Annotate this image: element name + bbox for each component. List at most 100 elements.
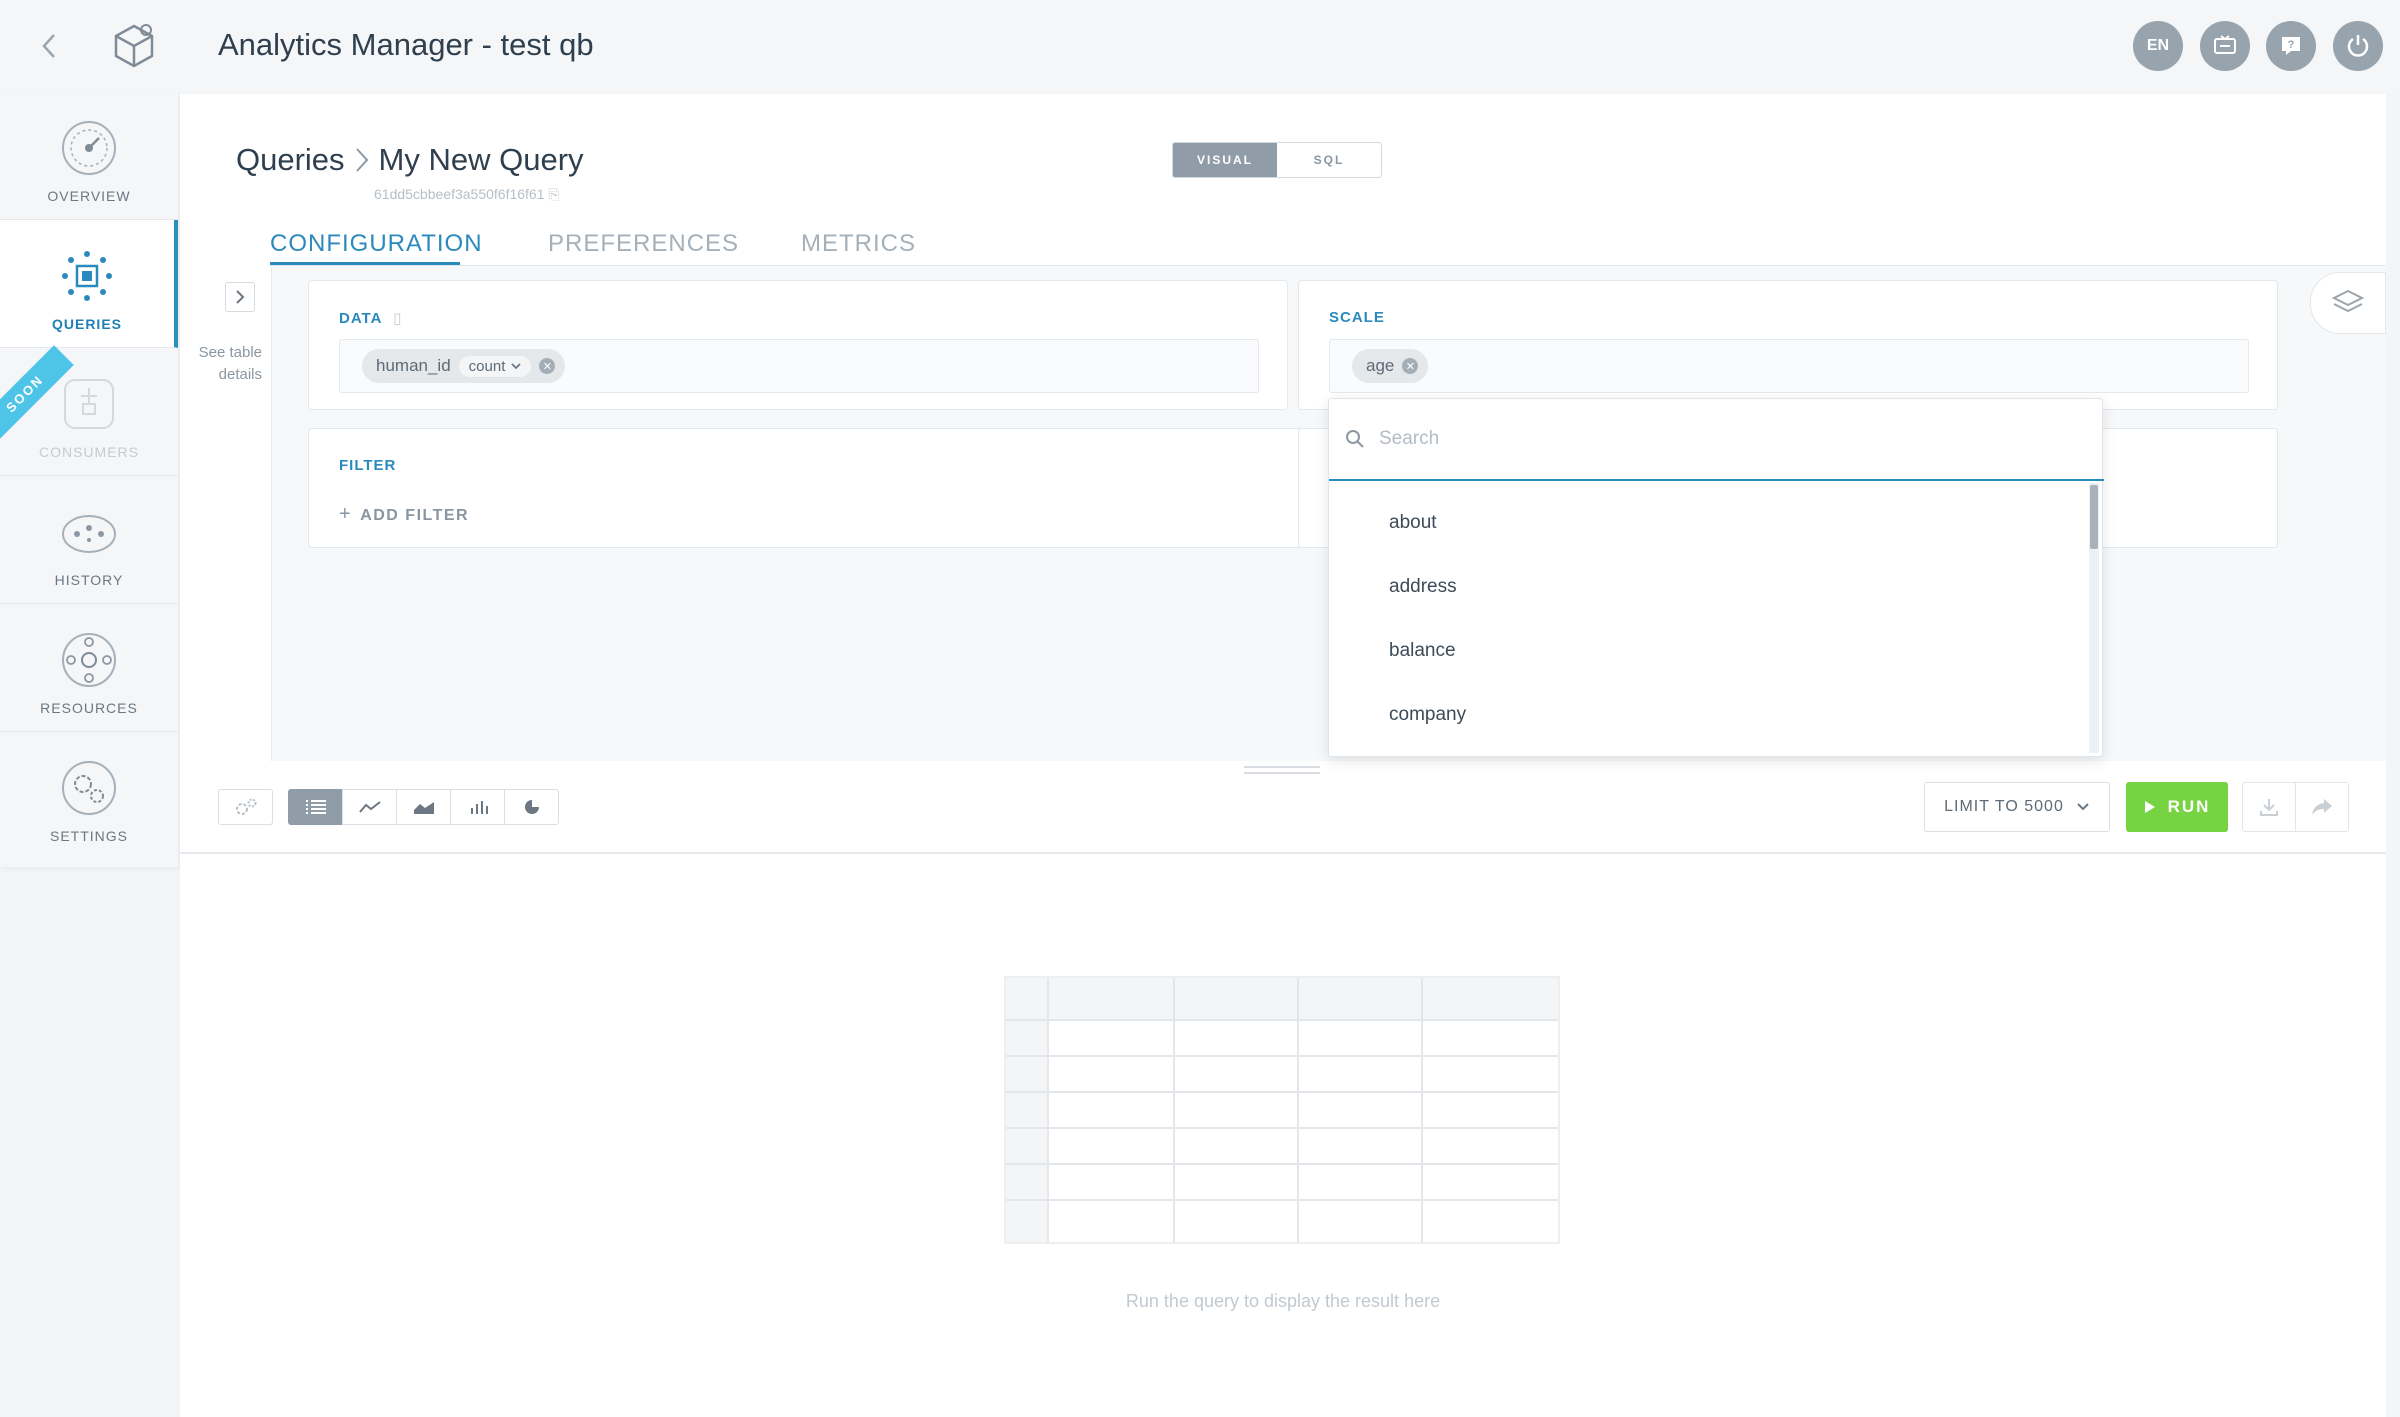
sidebar-item-resources[interactable]: RESOURCES <box>0 604 178 732</box>
app-header: Analytics Manager - test qb EN ? <box>0 0 2400 92</box>
settings-icon <box>62 761 116 815</box>
sidebar-item-label: RESOURCES <box>40 700 138 716</box>
mode-toggle: VISUAL SQL <box>1172 142 1382 178</box>
run-button[interactable]: RUN <box>2126 782 2228 832</box>
breadcrumb: Queries My New Query <box>236 140 584 180</box>
dropdown-option[interactable]: about <box>1329 491 2089 555</box>
logout-button[interactable] <box>2333 21 2383 71</box>
svg-text:?: ? <box>2288 39 2295 51</box>
pie-chart-button[interactable] <box>504 789 559 825</box>
search-input[interactable] <box>1379 428 2059 450</box>
resources-icon <box>62 633 116 687</box>
share-button[interactable] <box>2295 782 2349 832</box>
remove-chip-icon[interactable]: ✕ <box>539 358 556 374</box>
result-hint: Run the query to display the result here <box>1125 1291 1441 1311</box>
expand-details-button[interactable] <box>225 282 255 312</box>
help-icon: ? <box>2282 37 2300 55</box>
back-button[interactable] <box>34 26 64 66</box>
area-chart-icon <box>413 802 434 814</box>
play-icon <box>2144 801 2155 813</box>
table-placeholder-icon <box>1006 978 1558 1242</box>
line-chart-button[interactable] <box>342 789 397 825</box>
resize-handle[interactable] <box>1244 766 1320 774</box>
dropdown-search <box>1329 399 2104 481</box>
history-icon <box>62 515 116 553</box>
sidebar-item-overview[interactable]: OVERVIEW <box>0 92 178 220</box>
line-chart-icon <box>358 801 381 813</box>
screen-button[interactable] <box>2200 21 2250 71</box>
dropdown-option[interactable]: balance <box>1329 619 2089 683</box>
data-chip[interactable]: human_id count ✕ <box>362 349 566 383</box>
bar-chart-icon <box>470 801 488 814</box>
scale-panel: SCALE age ✕ <box>1298 280 2278 410</box>
dropdown-option[interactable]: company <box>1329 683 2089 747</box>
help-button[interactable]: ? <box>2266 21 2316 71</box>
sidebar-item-label: OVERVIEW <box>47 188 131 204</box>
chevron-down-icon <box>511 363 522 370</box>
sql-mode-button[interactable]: SQL <box>1277 143 1381 177</box>
layers-button[interactable] <box>2310 272 2386 334</box>
plus-icon: + <box>339 503 353 525</box>
tab-preferences[interactable]: PREFERENCES <box>548 230 739 258</box>
pie-chart-icon <box>524 800 539 814</box>
sidebar-item-label: QUERIES <box>51 316 122 332</box>
see-table-details-label[interactable]: See table details <box>184 342 262 386</box>
sidebar-item-queries[interactable]: QUERIES <box>0 220 178 348</box>
add-filter-button[interactable]: + ADD FILTER <box>339 503 469 526</box>
toolbar-divider <box>180 852 2386 854</box>
scale-chip-field: age <box>1366 356 1395 375</box>
table-view-icon <box>305 800 326 814</box>
sidebar-item-label: HISTORY <box>54 572 124 588</box>
chevron-left-icon <box>42 34 55 58</box>
add-filter-label: ADD FILTER <box>360 507 470 524</box>
scale-field[interactable]: age ✕ <box>1329 339 2249 393</box>
sidebar-item-label: CONSUMERS <box>38 444 139 460</box>
area-chart-button[interactable] <box>396 789 451 825</box>
data-label-text: DATA <box>339 310 382 327</box>
tab-configuration[interactable]: CONFIGURATION <box>270 230 483 258</box>
breadcrumb-parent[interactable]: Queries <box>236 140 345 180</box>
aggregation-select[interactable]: count <box>458 355 532 377</box>
chevron-down-icon <box>2077 803 2089 811</box>
language-button[interactable]: EN <box>2133 21 2183 71</box>
aggregation-value: count <box>468 357 506 375</box>
share-icon <box>2312 799 2332 815</box>
sidebar-item-settings[interactable]: SETTINGS <box>0 732 178 860</box>
limit-select[interactable]: LIMIT TO 5000 <box>1924 782 2110 832</box>
main-panel: Queries My New Query 61dd5cbbeef3a550f6f… <box>180 94 2386 1417</box>
tab-metrics[interactable]: METRICS <box>801 230 916 258</box>
table-view-button[interactable] <box>288 789 343 825</box>
overview-icon <box>62 121 116 175</box>
power-icon <box>2347 35 2369 57</box>
scale-chip[interactable]: age ✕ <box>1352 349 1429 383</box>
chevron-right-icon <box>355 148 368 172</box>
download-button[interactable] <box>2242 782 2296 832</box>
visual-mode-button[interactable]: VISUAL <box>1173 143 1277 177</box>
field-dropdown: about address balance company <box>1328 398 2104 757</box>
dropdown-scroll-thumb[interactable] <box>2090 485 2098 549</box>
consumers-icon <box>64 379 114 429</box>
copy-icon[interactable]: ⎘ <box>548 186 559 202</box>
data-label: DATA ▯ <box>339 309 402 327</box>
queries-icon <box>62 251 112 301</box>
bar-chart-button[interactable] <box>450 789 505 825</box>
app-title: Analytics Manager - test qb <box>218 27 594 62</box>
filter-panel: FILTER + ADD FILTER <box>308 428 1368 548</box>
sidebar-item-history[interactable]: HISTORY <box>0 476 178 604</box>
data-field[interactable]: human_id count ✕ <box>339 339 1259 393</box>
sidebar-item-label: SETTINGS <box>49 828 128 844</box>
remove-chip-icon[interactable]: ✕ <box>1402 358 1419 374</box>
gears-icon <box>235 798 256 815</box>
scale-label: SCALE <box>1329 309 1385 326</box>
limit-value: LIMIT TO 5000 <box>1944 798 2064 815</box>
page-title: My New Query <box>378 142 584 177</box>
query-id-value: 61dd5cbbeef3a550f6f16f61 <box>374 186 545 202</box>
sidebar: OVERVIEW QUERIES CONSUMERS HISTORY RESOU… <box>0 92 178 867</box>
chevron-right-icon <box>236 290 245 304</box>
dropdown-option[interactable]: address <box>1329 555 2089 619</box>
download-icon <box>2260 799 2278 816</box>
search-icon <box>1346 430 1364 448</box>
cube-logo-icon <box>106 18 162 74</box>
dropdown-scrollbar[interactable] <box>2089 483 2099 753</box>
chart-settings-button[interactable] <box>218 789 273 825</box>
